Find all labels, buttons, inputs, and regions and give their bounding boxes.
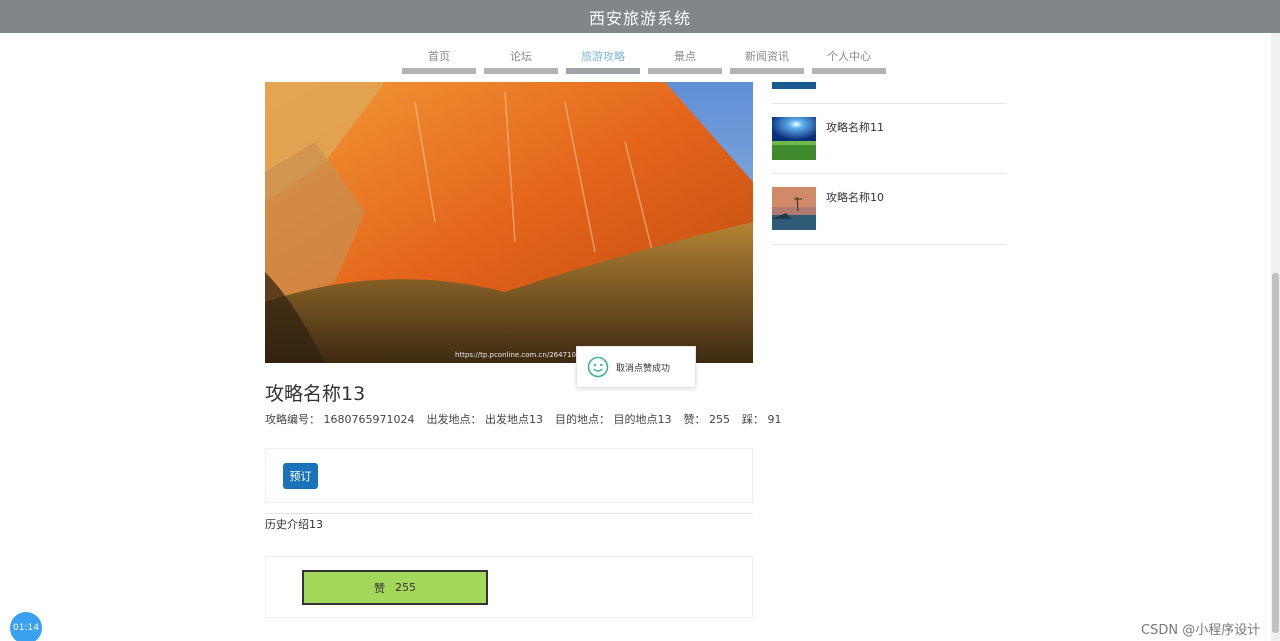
section-divider (265, 513, 753, 514)
meta-from-value: 出发地点13 (484, 413, 543, 426)
guide-title: 攻略名称13 (265, 383, 366, 405)
meta-id-label: 攻略编号： (265, 413, 320, 426)
like-button-count: 255 (395, 581, 416, 594)
toast-message: 取消点赞成功 (616, 363, 671, 374)
related-guide-item[interactable]: 攻略名称10 (772, 187, 1006, 232)
like-panel: 赞 255 (265, 556, 753, 618)
meta-dislike-value: 91 (767, 413, 782, 426)
like-button[interactable]: 赞 255 (302, 570, 488, 605)
csdn-watermark: CSDN @小程序设计 (1141, 623, 1261, 638)
nav-item-news[interactable]: 新闻资讯 (730, 45, 804, 74)
list-divider (772, 244, 1006, 245)
like-button-label: 赞 (374, 581, 385, 595)
meta-id: 攻略编号： 1680765971024 (265, 411, 414, 427)
meta-to-label: 目的地点： (554, 413, 610, 426)
guide-meta: 攻略编号： 1680765971024 出发地点： 出发地点13 目的地点： 目… (265, 411, 781, 427)
nav-item-forum[interactable]: 论坛 (484, 45, 558, 74)
related-guide-item[interactable]: 攻略名称11 (772, 117, 1006, 162)
nav-item-profile[interactable]: 个人中心 (812, 45, 886, 74)
main-nav: 首页 论坛 旅游攻略 景点 新闻资讯 个人中心 (402, 45, 886, 74)
image-watermark: https://tp.pconline.com.cn/26471081/ (455, 351, 588, 359)
meta-dislike: 踩： 91 (742, 411, 782, 427)
history-intro: 历史介绍13 (265, 518, 323, 531)
meta-from: 出发地点： 出发地点13 (426, 411, 543, 427)
related-guide-title: 攻略名称11 (826, 121, 884, 134)
guide-hero-image: https://tp.pconline.com.cn/26471081/ (265, 82, 753, 363)
booking-panel: 预订 (265, 448, 753, 503)
scrollbar-thumb[interactable] (1272, 273, 1279, 633)
meta-dislike-label: 踩： (741, 413, 764, 426)
recording-timer-badge: 01:14 (10, 612, 42, 641)
book-button[interactable]: 预订 (283, 463, 318, 489)
related-guide-title: 攻略名称10 (826, 191, 884, 204)
meta-like: 赞： 255 (683, 411, 730, 427)
meta-to: 目的地点： 目的地点13 (555, 411, 672, 427)
nav-item-attractions[interactable]: 景点 (648, 45, 722, 74)
smile-icon (587, 356, 609, 378)
nav-item-home[interactable]: 首页 (402, 45, 476, 74)
top-header-bar: 西安旅游系统 (0, 0, 1280, 33)
mountain-illustration (265, 82, 753, 363)
page-scrollbar[interactable] (1271, 33, 1280, 641)
list-divider (772, 103, 1006, 104)
related-guide-thumb (772, 117, 816, 160)
meta-like-value: 255 (708, 413, 730, 426)
meta-like-label: 赞： (683, 413, 706, 426)
related-guide-thumb-partial[interactable] (772, 82, 816, 89)
list-divider (772, 173, 1006, 174)
meta-to-value: 目的地点13 (613, 413, 672, 426)
nav-item-guides[interactable]: 旅游攻略 (566, 45, 640, 74)
toast-notification: 取消点赞成功 (576, 346, 696, 388)
site-title: 西安旅游系统 (588, 8, 691, 28)
meta-from-label: 出发地点： (426, 413, 482, 426)
meta-id-value: 1680765971024 (323, 413, 415, 426)
related-guide-thumb (772, 187, 816, 230)
